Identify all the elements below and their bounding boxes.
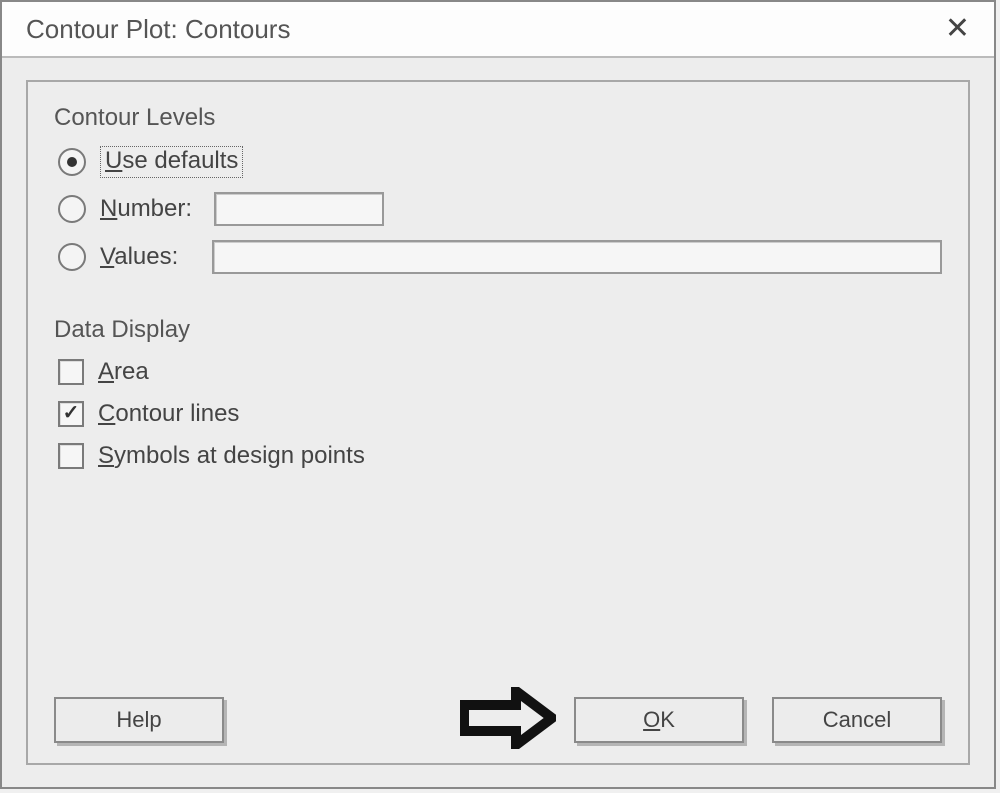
dialog-window: Contour Plot: Contours ✕ Contour Levels …	[0, 0, 996, 789]
checkbox-area[interactable]: Area	[58, 358, 942, 386]
checkbox-label-symbols: Symbols at design points	[98, 442, 365, 470]
checkbox-contour-lines[interactable]: Contour lines	[58, 400, 942, 428]
radio-label-number: Number:	[100, 195, 192, 223]
radio-icon[interactable]	[58, 243, 86, 271]
radio-number[interactable]: Number:	[58, 192, 942, 226]
radio-icon[interactable]	[58, 195, 86, 223]
checkbox-icon[interactable]	[58, 443, 84, 469]
radio-label-use-defaults: Use defaults	[100, 146, 243, 178]
group-label-data-display: Data Display	[54, 316, 942, 344]
radio-use-defaults[interactable]: Use defaults	[58, 146, 942, 178]
cancel-button[interactable]: Cancel	[772, 697, 942, 743]
radio-label-values: Values:	[100, 243, 178, 271]
values-input[interactable]	[212, 240, 942, 274]
close-icon[interactable]: ✕	[939, 14, 976, 44]
button-row: Help OK Cancel	[54, 697, 942, 743]
checkbox-label-contour-lines: Contour lines	[98, 400, 239, 428]
help-button[interactable]: Help	[54, 697, 224, 743]
window-title: Contour Plot: Contours	[26, 14, 290, 45]
ok-button[interactable]: OK	[574, 697, 744, 743]
dialog-body: Contour Levels Use defaults Number: Valu…	[26, 80, 970, 765]
group-label-contour-levels: Contour Levels	[54, 104, 942, 132]
checkbox-icon[interactable]	[58, 401, 84, 427]
checkbox-symbols[interactable]: Symbols at design points	[58, 442, 942, 470]
checkbox-icon[interactable]	[58, 359, 84, 385]
radio-icon[interactable]	[58, 148, 86, 176]
title-bar: Contour Plot: Contours ✕	[2, 2, 994, 58]
number-input[interactable]	[214, 192, 384, 226]
checkbox-label-area: Area	[98, 358, 149, 386]
radio-values[interactable]: Values:	[58, 240, 942, 274]
